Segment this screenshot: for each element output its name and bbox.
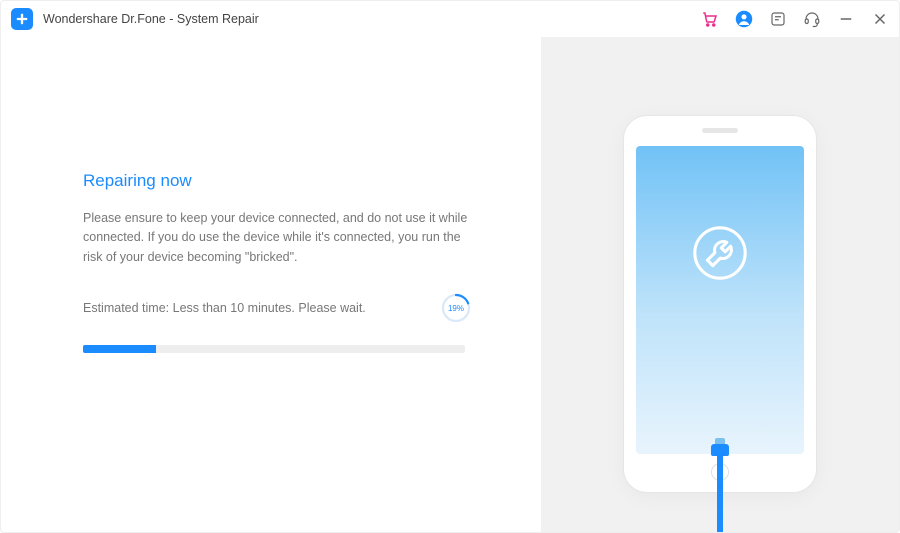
wrench-icon xyxy=(689,222,751,289)
phone-illustration xyxy=(623,115,817,493)
estimated-time-label: Estimated time: Less than 10 minutes. Pl… xyxy=(83,301,366,315)
progress-bar-fill xyxy=(83,345,156,353)
app-window: Wondershare Dr.Fone - System Repair xyxy=(0,0,900,533)
phone-screen xyxy=(636,146,804,454)
close-button[interactable] xyxy=(871,10,889,28)
cart-icon[interactable] xyxy=(701,10,719,28)
right-panel xyxy=(541,37,899,532)
progress-row: Estimated time: Less than 10 minutes. Pl… xyxy=(83,293,471,323)
feedback-icon[interactable] xyxy=(769,10,787,28)
window-title: Wondershare Dr.Fone - System Repair xyxy=(43,12,259,26)
title-bar-actions xyxy=(701,10,889,28)
title-bar: Wondershare Dr.Fone - System Repair xyxy=(1,1,899,37)
instruction-text: Please ensure to keep your device connec… xyxy=(83,209,471,267)
support-icon[interactable] xyxy=(803,10,821,28)
minimize-button[interactable] xyxy=(837,10,855,28)
progress-percent-label: 19% xyxy=(441,293,471,323)
cable-icon xyxy=(717,452,723,532)
progress-ring: 19% xyxy=(441,293,471,323)
main-content: Repairing now Please ensure to keep your… xyxy=(1,37,899,532)
app-logo-icon xyxy=(11,8,33,30)
progress-bar xyxy=(83,345,465,353)
left-panel: Repairing now Please ensure to keep your… xyxy=(1,37,541,532)
page-title: Repairing now xyxy=(83,171,471,191)
account-icon[interactable] xyxy=(735,10,753,28)
